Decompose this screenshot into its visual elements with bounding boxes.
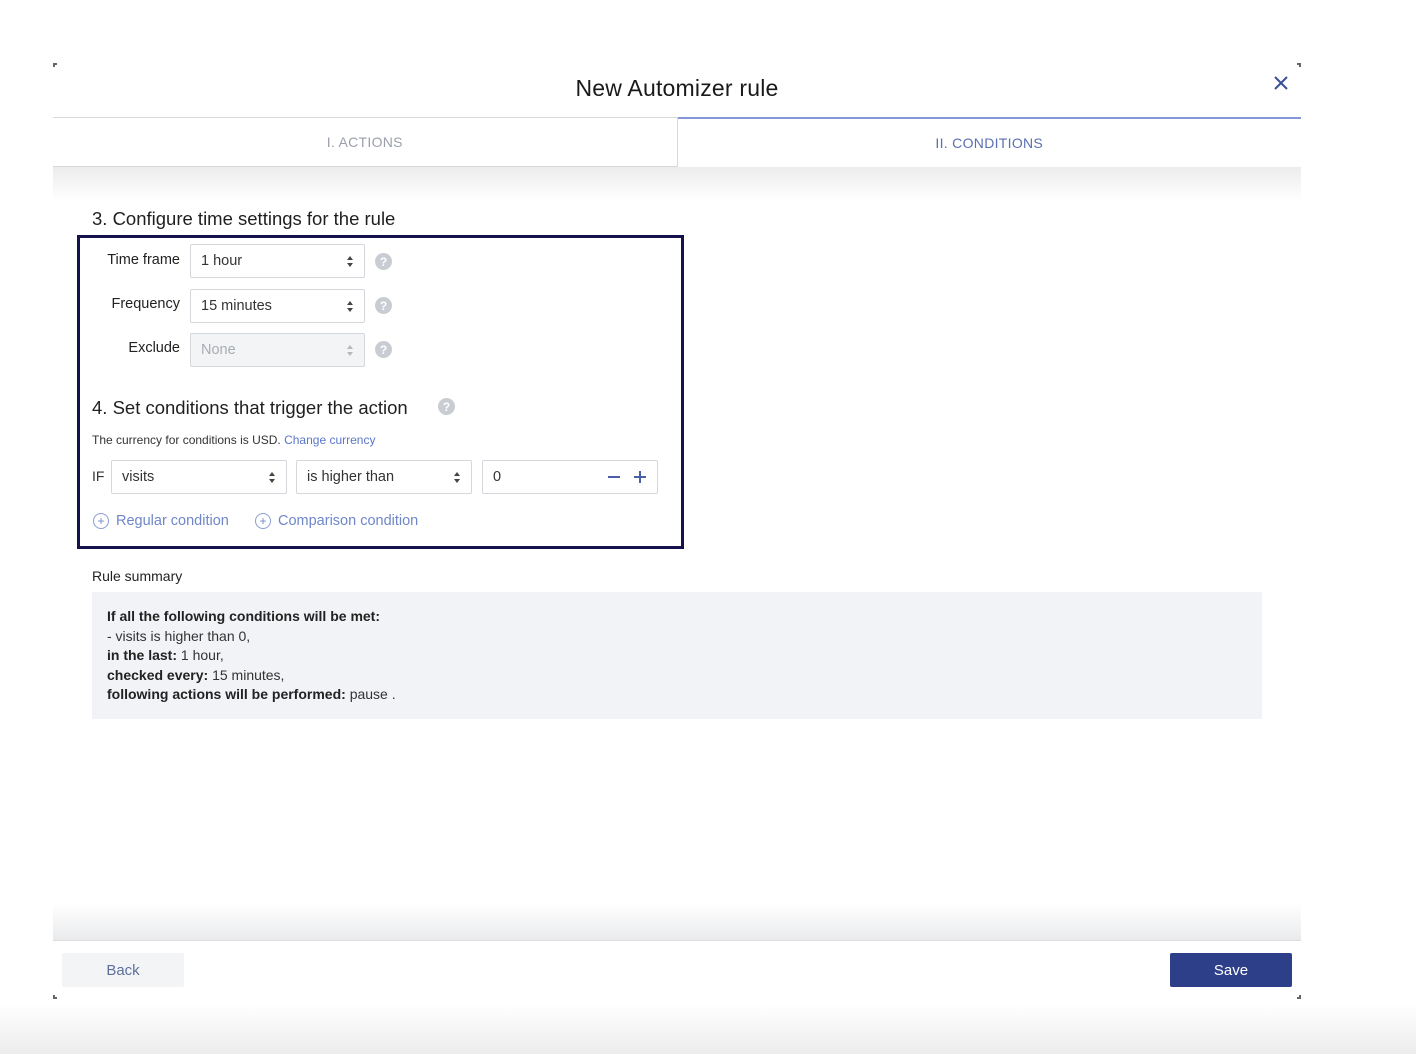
plus-circle-icon: +	[255, 513, 271, 529]
exclude-select: None	[190, 333, 365, 367]
currency-note-text: The currency for conditions is USD.	[92, 433, 281, 447]
plus-circle-icon: +	[93, 513, 109, 529]
add-regular-condition-link[interactable]: + Regular condition	[93, 513, 229, 529]
summary-checked-label: checked every:	[107, 666, 209, 683]
if-label: IF	[92, 468, 105, 484]
plus-icon	[634, 471, 646, 483]
tab-conditions[interactable]: II. CONDITIONS	[677, 117, 1301, 167]
frequency-value: 15 minutes	[201, 298, 272, 314]
condition-value-input[interactable]: 0	[482, 460, 658, 494]
highlight-box	[77, 235, 684, 549]
currency-note: The currency for conditions is USD. Chan…	[92, 433, 375, 447]
help-icon[interactable]: ?	[375, 297, 392, 314]
change-currency-link[interactable]: Change currency	[284, 433, 375, 447]
save-button[interactable]: Save	[1170, 953, 1292, 987]
metric-value: visits	[122, 469, 155, 485]
rule-summary-label: Rule summary	[92, 568, 183, 584]
corner-mark	[1297, 63, 1301, 67]
add-comparison-condition-label: Comparison condition	[278, 513, 419, 529]
page-background-fade	[0, 1004, 1416, 1054]
condition-value: 0	[493, 469, 502, 485]
modal-title: New Automizer rule	[575, 75, 779, 101]
tab-shadow	[53, 167, 1301, 201]
minus-icon	[608, 476, 620, 478]
select-arrows-icon	[454, 472, 460, 483]
summary-checked-value: 15 minutes,	[212, 666, 285, 683]
tab-actions[interactable]: I. ACTIONS	[53, 117, 678, 167]
footer-divider	[53, 940, 1301, 941]
corner-mark	[53, 63, 57, 67]
select-arrows-icon	[347, 345, 353, 356]
select-arrows-icon	[269, 472, 275, 483]
metric-select[interactable]: visits	[111, 460, 287, 494]
automizer-rule-modal: New Automizer rule I. ACTIONS II. CONDIT…	[53, 63, 1301, 999]
time-settings-heading: 3. Configure time settings for the rule	[92, 208, 396, 229]
select-arrows-icon	[347, 301, 353, 312]
time-frame-label: Time frame	[107, 252, 180, 268]
frequency-label: Frequency	[111, 296, 180, 312]
summary-actions-label: following actions will be performed:	[107, 686, 346, 703]
back-button[interactable]: Back	[62, 953, 184, 987]
summary-actions-value: pause .	[349, 686, 396, 703]
exclude-label: Exclude	[128, 340, 180, 356]
corner-mark	[53, 995, 57, 999]
footer-shadow	[53, 903, 1301, 941]
frequency-select[interactable]: 15 minutes	[190, 289, 365, 323]
exclude-value: None	[201, 342, 236, 358]
rule-summary-box: If all the following conditions will be …	[92, 592, 1262, 719]
help-icon[interactable]: ?	[438, 398, 455, 415]
close-icon[interactable]	[1269, 71, 1293, 95]
select-arrows-icon	[347, 256, 353, 267]
summary-last-label: in the last:	[107, 647, 178, 664]
help-icon[interactable]: ?	[375, 341, 392, 358]
operator-select[interactable]: is higher than	[296, 460, 472, 494]
decrement-button[interactable]	[604, 467, 624, 487]
corner-mark	[1297, 995, 1301, 999]
summary-line2: - visits is higher than 0,	[107, 627, 251, 644]
summary-line1: If all the following conditions will be …	[107, 608, 380, 624]
add-comparison-condition-link[interactable]: + Comparison condition	[255, 513, 418, 529]
wizard-tabs: I. ACTIONS II. CONDITIONS	[53, 117, 1301, 167]
operator-value: is higher than	[307, 469, 395, 485]
summary-last-value: 1 hour,	[180, 647, 224, 664]
time-frame-select[interactable]: 1 hour	[190, 244, 365, 278]
help-icon[interactable]: ?	[375, 253, 392, 270]
time-frame-value: 1 hour	[201, 253, 243, 269]
conditions-heading: 4. Set conditions that trigger the actio…	[92, 397, 408, 418]
add-regular-condition-label: Regular condition	[116, 513, 229, 529]
increment-button[interactable]	[630, 467, 650, 487]
